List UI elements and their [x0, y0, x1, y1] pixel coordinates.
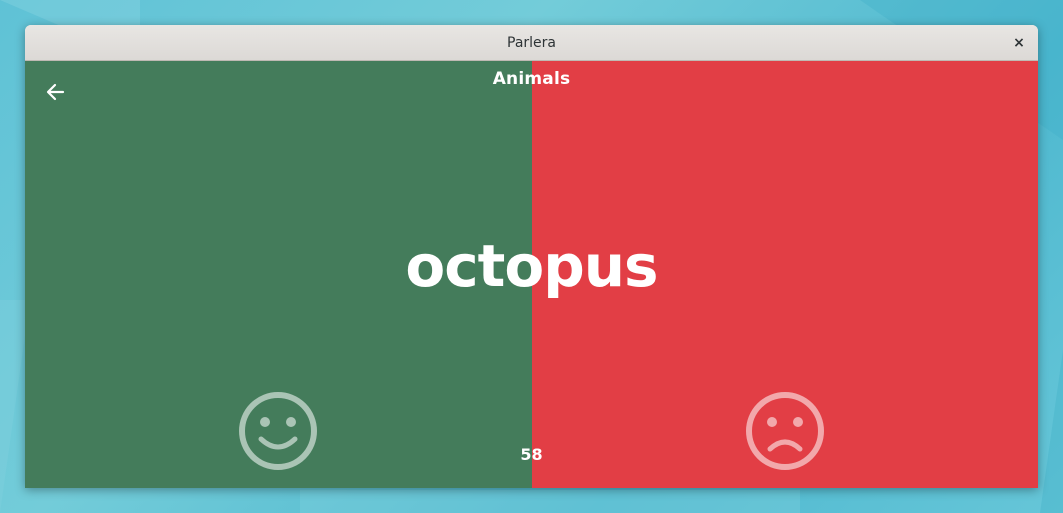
wallpaper-shape — [1040, 350, 1063, 513]
category-title: Animals — [492, 69, 571, 89]
current-word: octopus — [405, 232, 658, 300]
countdown-timer: 58 — [520, 445, 543, 464]
game-screen: Animals octopus 58 — [25, 61, 1038, 488]
wallpaper-shape — [300, 490, 800, 513]
window-title: Parlera — [507, 35, 556, 51]
title-bar[interactable]: Parlera × — [25, 25, 1038, 61]
close-icon[interactable]: × — [1008, 32, 1030, 54]
app-window: Parlera × Animals octopus 58 — [25, 25, 1038, 488]
